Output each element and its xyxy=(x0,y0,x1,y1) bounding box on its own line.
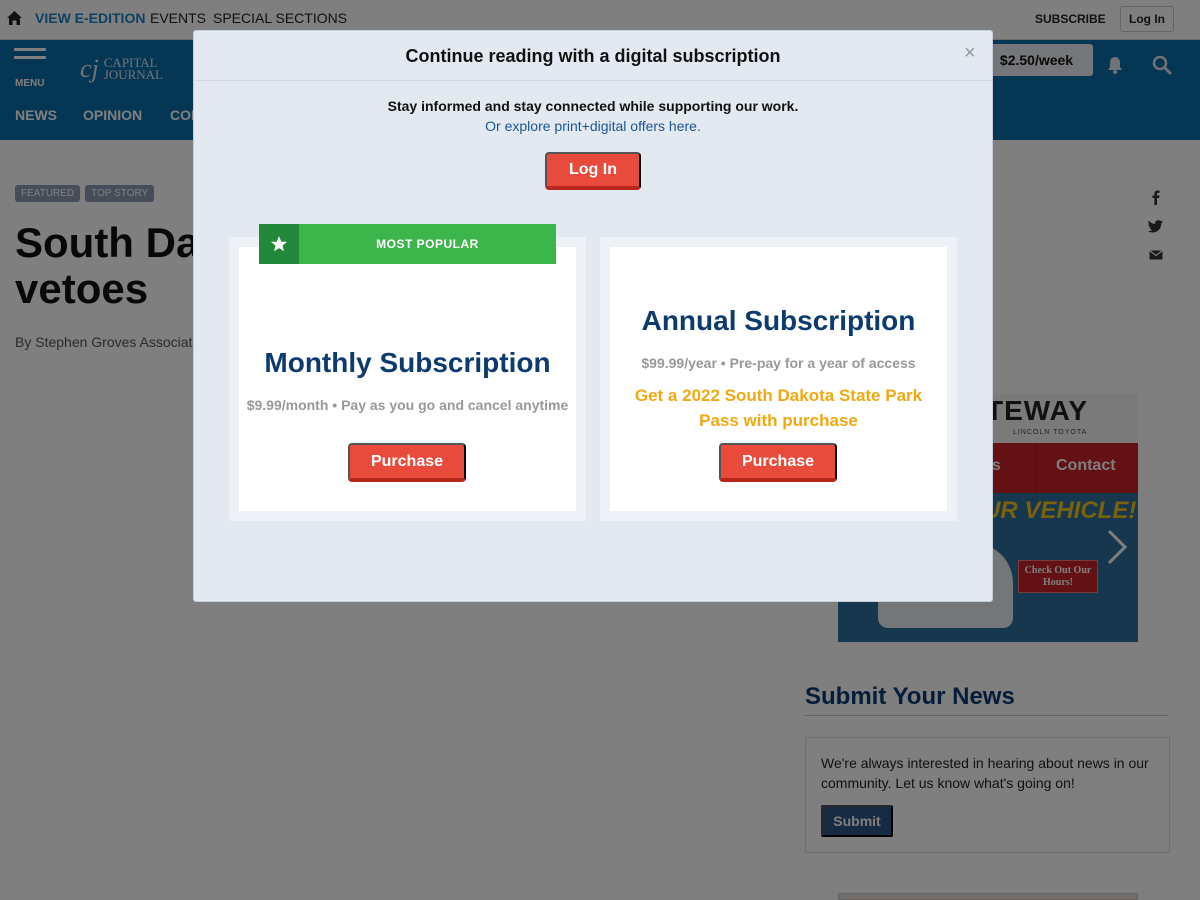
subscription-modal: Continue reading with a digital subscrip… xyxy=(193,30,993,602)
print-digital-offers-link[interactable]: Or explore print+digital offers here. xyxy=(194,118,992,134)
monthly-plan-card: Monthly Subscription $9.99/month • Pay a… xyxy=(229,237,586,521)
annual-plan-name: Annual Subscription xyxy=(641,305,916,336)
annual-plan-card: Annual Subscription $99.99/year • Pre-pa… xyxy=(600,237,957,521)
modal-intro-text: Stay informed and stay connected while s… xyxy=(387,98,799,114)
ribbon-label: MOST POPULAR xyxy=(376,237,479,251)
modal-title: Continue reading with a digital subscrip… xyxy=(405,46,781,66)
most-popular-ribbon: MOST POPULAR xyxy=(259,224,556,264)
annual-purchase-button[interactable]: Purchase xyxy=(719,443,837,482)
modal-login-button[interactable]: Log In xyxy=(545,152,641,190)
annual-plan-promo: Get a 2022 South Dakota State Park Pass … xyxy=(634,386,923,430)
monthly-plan-name: Monthly Subscription xyxy=(264,347,551,378)
annual-plan-price: $99.99/year • Pre-pay for a year of acce… xyxy=(641,355,916,371)
star-icon xyxy=(271,236,287,252)
close-icon[interactable]: × xyxy=(964,43,976,63)
modal-header: Continue reading with a digital subscrip… xyxy=(194,31,992,81)
monthly-purchase-button[interactable]: Purchase xyxy=(348,443,466,482)
monthly-plan-price: $9.99/month • Pay as you go and cancel a… xyxy=(246,397,569,413)
